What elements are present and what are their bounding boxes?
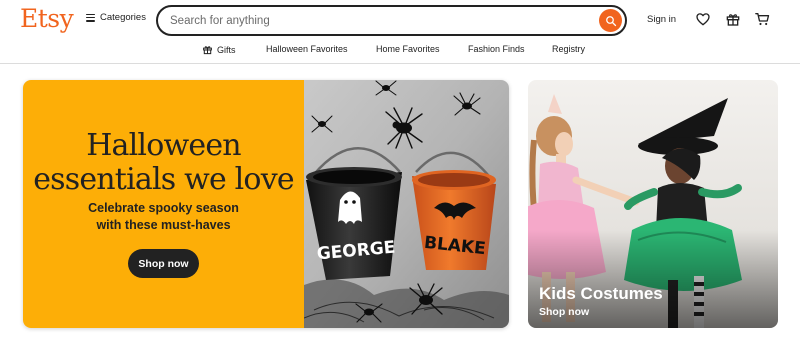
hero-title: Halloween essentials we love — [23, 129, 304, 197]
kids-costumes-title: Kids Costumes — [539, 284, 663, 303]
gift-mode-button[interactable] — [725, 11, 741, 27]
nav-item-label: Gifts — [217, 44, 236, 55]
hero-shop-now-button[interactable]: Shop now — [128, 249, 199, 278]
nav-item-fashion-finds[interactable]: Fashion Finds — [468, 44, 525, 54]
hamburger-icon — [86, 13, 95, 22]
kids-costumes-shop-now-link[interactable]: Shop now — [539, 306, 589, 318]
sign-in-link[interactable]: Sign in — [647, 14, 676, 25]
categories-menu-button[interactable]: Categories — [86, 12, 146, 23]
search-input[interactable] — [170, 12, 590, 30]
nav-item-label: Fashion Finds — [468, 44, 525, 54]
search-bar — [156, 5, 627, 36]
hero-subtitle-line: Celebrate spooky season — [88, 201, 239, 215]
search-button[interactable] — [599, 9, 622, 32]
header: Etsy Categories Sign in — [0, 0, 800, 40]
hero-subtitle: Celebrate spooky season with these must-… — [23, 200, 304, 234]
favorites-button[interactable] — [695, 11, 711, 27]
nav-item-registry[interactable]: Registry — [552, 44, 585, 54]
hero-title-line: Halloween — [86, 128, 241, 163]
hero-text-panel: Halloween essentials we love Celebrate s… — [23, 80, 304, 328]
hero-title-line: essentials we love — [33, 162, 294, 197]
header-divider — [0, 63, 800, 64]
cart-icon — [755, 13, 770, 26]
etsy-logo[interactable]: Etsy — [20, 4, 74, 33]
categories-label: Categories — [100, 12, 146, 23]
nav-item-home-favorites[interactable]: Home Favorites — [376, 44, 440, 54]
halloween-buckets-photo: BLAKE GEORGE — [304, 80, 509, 328]
nav-item-label: Registry — [552, 44, 586, 54]
hero-subtitle-line: with these must-haves — [96, 218, 231, 232]
category-nav: Gifts Halloween Favorites Home Favorites… — [0, 40, 800, 62]
halloween-hero-banner[interactable]: Halloween essentials we love Celebrate s… — [23, 80, 509, 328]
nav-item-gifts[interactable]: Gifts — [202, 44, 236, 55]
cart-button[interactable] — [754, 11, 770, 27]
nav-item-label: Halloween Favorites — [266, 44, 348, 54]
search-icon — [605, 15, 616, 26]
kids-costumes-card[interactable]: Kids Costumes Shop now — [528, 80, 778, 328]
nav-item-label: Home Favorites — [376, 44, 440, 54]
gift-icon — [203, 46, 212, 55]
heart-icon — [696, 13, 710, 26]
gift-icon — [726, 14, 740, 26]
nav-item-halloween-favorites[interactable]: Halloween Favorites — [266, 44, 348, 54]
